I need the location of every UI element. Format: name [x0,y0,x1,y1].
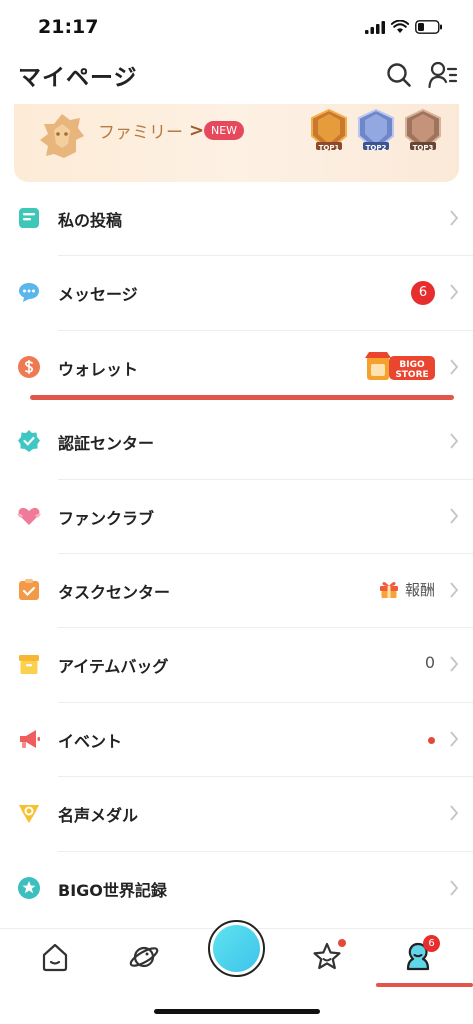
menu-item-label: 認証センター [58,434,155,454]
menu-item-medals[interactable]: 名声メダル [0,777,473,852]
megaphone-icon [20,729,40,748]
chevron-right-icon [450,879,459,896]
bottom-tab-bar: 6 [0,920,473,1024]
world-record-icon [18,876,40,899]
fanclub-icon [17,507,41,525]
menu-item-fanclub[interactable]: ファンクラブ [0,480,473,554]
status-icons [365,20,443,34]
task-icon [19,578,39,600]
status-bar: 21:17 [0,0,473,50]
tab-me[interactable]: 6 [402,935,440,973]
menu-item-label: タスクセンター [58,582,171,602]
gift-icon [379,582,398,599]
menu-item-items[interactable]: アイテムバッグ 0 [0,628,473,703]
rank-badge-top3: TOP3 [402,106,444,154]
rank-label: TOP3 [412,144,434,152]
home-icon[interactable] [39,941,71,973]
tab-annotation-underline [376,983,473,987]
store-text-2: STORE [395,370,428,380]
menu-item-label: BIGO世界記録 [58,880,167,900]
family-rank-badges: TOP1 TOP2 TOP3 [308,106,444,154]
chevron-right-icon [450,284,459,300]
menu-item-messages[interactable]: メッセージ 6 [0,256,473,331]
chevron-right-icon [450,731,459,747]
new-badge: NEW [204,121,245,140]
chevron-right-icon [450,582,459,598]
home-indicator [154,1009,320,1014]
chevron-right-icon [450,359,459,375]
planet-icon[interactable] [128,941,160,973]
menu-item-label: ファンクラブ [58,508,155,528]
rank-label: TOP2 [365,144,387,152]
verified-icon [18,430,40,453]
menu-item-events[interactable]: イベント [0,703,473,778]
menu-item-label: アイテムバッグ [58,657,169,677]
family-label: ファミリー [98,123,183,143]
rank-badge-top1: TOP1 [308,106,350,154]
go-live-circle [213,925,260,972]
wifi-icon [391,20,409,33]
tab-badge: 6 [423,935,440,952]
menu-item-label: 名声メダル [58,806,139,826]
family-chevron: > [189,120,205,141]
store-text-1: BIGO [399,360,425,370]
profile-settings-icon[interactable] [428,61,458,89]
annotation-underline [30,395,454,400]
medal-icon [19,805,39,824]
unread-badge: 6 [411,281,435,306]
wallet-icon [18,355,40,378]
notification-dot [338,939,346,947]
status-time: 21:17 [38,16,99,38]
post-icon [19,208,39,228]
menu-item-posts[interactable]: 私の投稿 [0,182,473,257]
page-title: マイページ [18,65,138,91]
chevron-right-icon [450,805,459,821]
menu-item-verification[interactable]: 認証センター [0,405,473,480]
tab-favorites[interactable] [311,939,346,973]
menu-item-label: イベント [58,731,123,751]
menu-item-label: 私の投稿 [58,211,123,230]
rank-badge-top2: TOP2 [355,106,397,154]
chevron-right-icon [450,210,459,226]
reward-indicator: 報酬 [379,579,435,600]
page-header: マイページ [0,50,473,102]
menu-item-world-records[interactable]: BIGO世界記録 [0,852,473,926]
menu-item-label: ウォレット [58,359,139,379]
chevron-right-icon [450,656,459,672]
signal-icon [365,20,385,34]
message-icon [19,283,39,303]
lion-icon [40,114,84,158]
rank-label: TOP1 [318,144,340,152]
menu-item-wallet[interactable]: ウォレット BIGO STORE [0,331,473,405]
go-live-button[interactable] [208,920,265,977]
battery-icon [415,20,442,34]
chevron-right-icon [450,507,459,524]
family-banner[interactable]: ファミリー > NEW TOP1 TOP2 TOP3 [14,104,459,182]
reward-label: 報酬 [404,580,435,599]
chevron-right-icon [450,433,459,449]
item-count: 0 [424,653,435,673]
search-icon[interactable] [386,62,412,88]
notification-dot [428,736,435,744]
item-bag-icon [19,655,39,675]
bigo-store-icon: BIGO STORE [365,351,435,380]
menu-item-label: メッセージ [58,285,138,305]
menu-list: 私の投稿 メッセージ 6 ウォレット BIGO STORE 認証センター ファン… [0,182,473,926]
menu-item-tasks[interactable]: タスクセンター 報酬 [0,554,473,629]
